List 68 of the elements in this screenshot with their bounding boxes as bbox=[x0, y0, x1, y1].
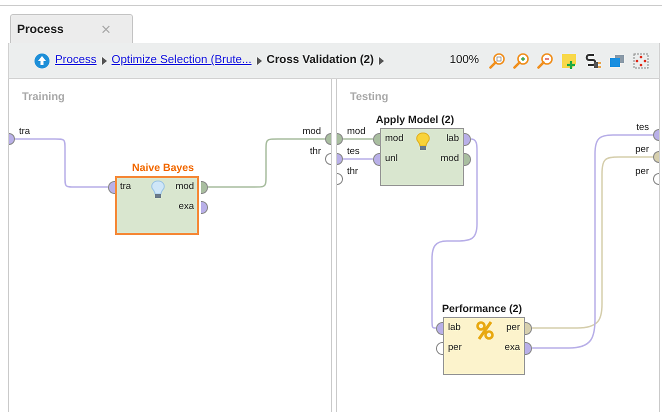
tab[interactable]: Process × bbox=[10, 14, 133, 43]
output-port[interactable] bbox=[325, 133, 331, 145]
zoom-fit-icon[interactable] bbox=[489, 52, 505, 68]
port-label: mod bbox=[440, 153, 459, 164]
port-label: lab bbox=[446, 133, 459, 144]
caret-icon bbox=[256, 56, 262, 64]
output-port[interactable] bbox=[464, 153, 471, 166]
input-port[interactable] bbox=[9, 133, 15, 145]
output-port[interactable] bbox=[653, 129, 659, 141]
zoom-out-icon[interactable] bbox=[537, 52, 553, 68]
breadcrumb-item[interactable]: Cross Validation (2) bbox=[266, 52, 374, 70]
output-port[interactable] bbox=[653, 173, 659, 185]
port-label: mod bbox=[302, 126, 321, 137]
port-label: tes bbox=[347, 146, 360, 157]
input-port[interactable] bbox=[337, 173, 343, 185]
port-label: exa bbox=[504, 342, 520, 353]
output-port[interactable] bbox=[525, 342, 532, 355]
operator-name: Apply Model (2) bbox=[376, 113, 454, 128]
breadcrumb-link[interactable]: Optimize Selection (Brute... bbox=[112, 52, 252, 70]
port-label: mod bbox=[385, 133, 404, 144]
zoom-level: 100% bbox=[450, 52, 479, 68]
output-port[interactable] bbox=[325, 153, 331, 165]
input-port[interactable] bbox=[337, 153, 343, 165]
port-label: thr bbox=[310, 146, 321, 157]
port-label: thr bbox=[347, 166, 358, 177]
port-label: tra bbox=[19, 126, 30, 137]
input-port[interactable] bbox=[108, 181, 115, 194]
port-label: per bbox=[506, 322, 520, 333]
input-port[interactable] bbox=[373, 153, 380, 166]
plug-icon[interactable] bbox=[585, 52, 601, 68]
input-port[interactable] bbox=[436, 342, 443, 355]
connection-wire bbox=[343, 158, 373, 160]
port-label: tra bbox=[120, 181, 132, 192]
panel-title: Training bbox=[22, 90, 65, 105]
input-port[interactable] bbox=[337, 133, 343, 145]
port-label: lab bbox=[448, 322, 461, 333]
operator-name: Naive Bayes bbox=[132, 161, 194, 176]
breadcrumb-link[interactable]: Process bbox=[55, 52, 97, 70]
output-port[interactable] bbox=[525, 322, 532, 335]
layers-icon[interactable] bbox=[609, 52, 625, 68]
output-port[interactable] bbox=[201, 201, 208, 214]
panel-title: Testing bbox=[350, 90, 388, 105]
operator-box[interactable] bbox=[380, 128, 464, 186]
input-port[interactable] bbox=[436, 322, 443, 335]
percent-icon bbox=[476, 321, 494, 340]
caret-icon bbox=[378, 56, 384, 64]
light-bulb-icon bbox=[414, 132, 432, 151]
port-label: per bbox=[635, 166, 649, 177]
input-port[interactable] bbox=[373, 133, 380, 146]
port-label: exa bbox=[178, 201, 194, 212]
port-label: per bbox=[448, 342, 462, 353]
zoom-in-icon[interactable] bbox=[513, 52, 529, 68]
port-label: per bbox=[635, 144, 649, 155]
port-label: unl bbox=[385, 153, 398, 164]
port-label: mod bbox=[176, 181, 194, 192]
port-label: tes bbox=[636, 122, 649, 133]
light-bulb-icon bbox=[149, 180, 167, 199]
port-label: mod bbox=[347, 126, 366, 137]
operator-name: Performance (2) bbox=[442, 302, 522, 317]
output-port[interactable] bbox=[201, 181, 208, 194]
operator-box[interactable] bbox=[443, 317, 525, 375]
connection-wire bbox=[343, 138, 373, 140]
output-port[interactable] bbox=[653, 151, 659, 163]
caret-icon bbox=[102, 56, 107, 64]
auto-layout-icon[interactable] bbox=[633, 52, 649, 68]
output-port[interactable] bbox=[464, 133, 471, 146]
operator-box[interactable] bbox=[115, 176, 199, 235]
add-note-icon[interactable] bbox=[561, 52, 577, 68]
